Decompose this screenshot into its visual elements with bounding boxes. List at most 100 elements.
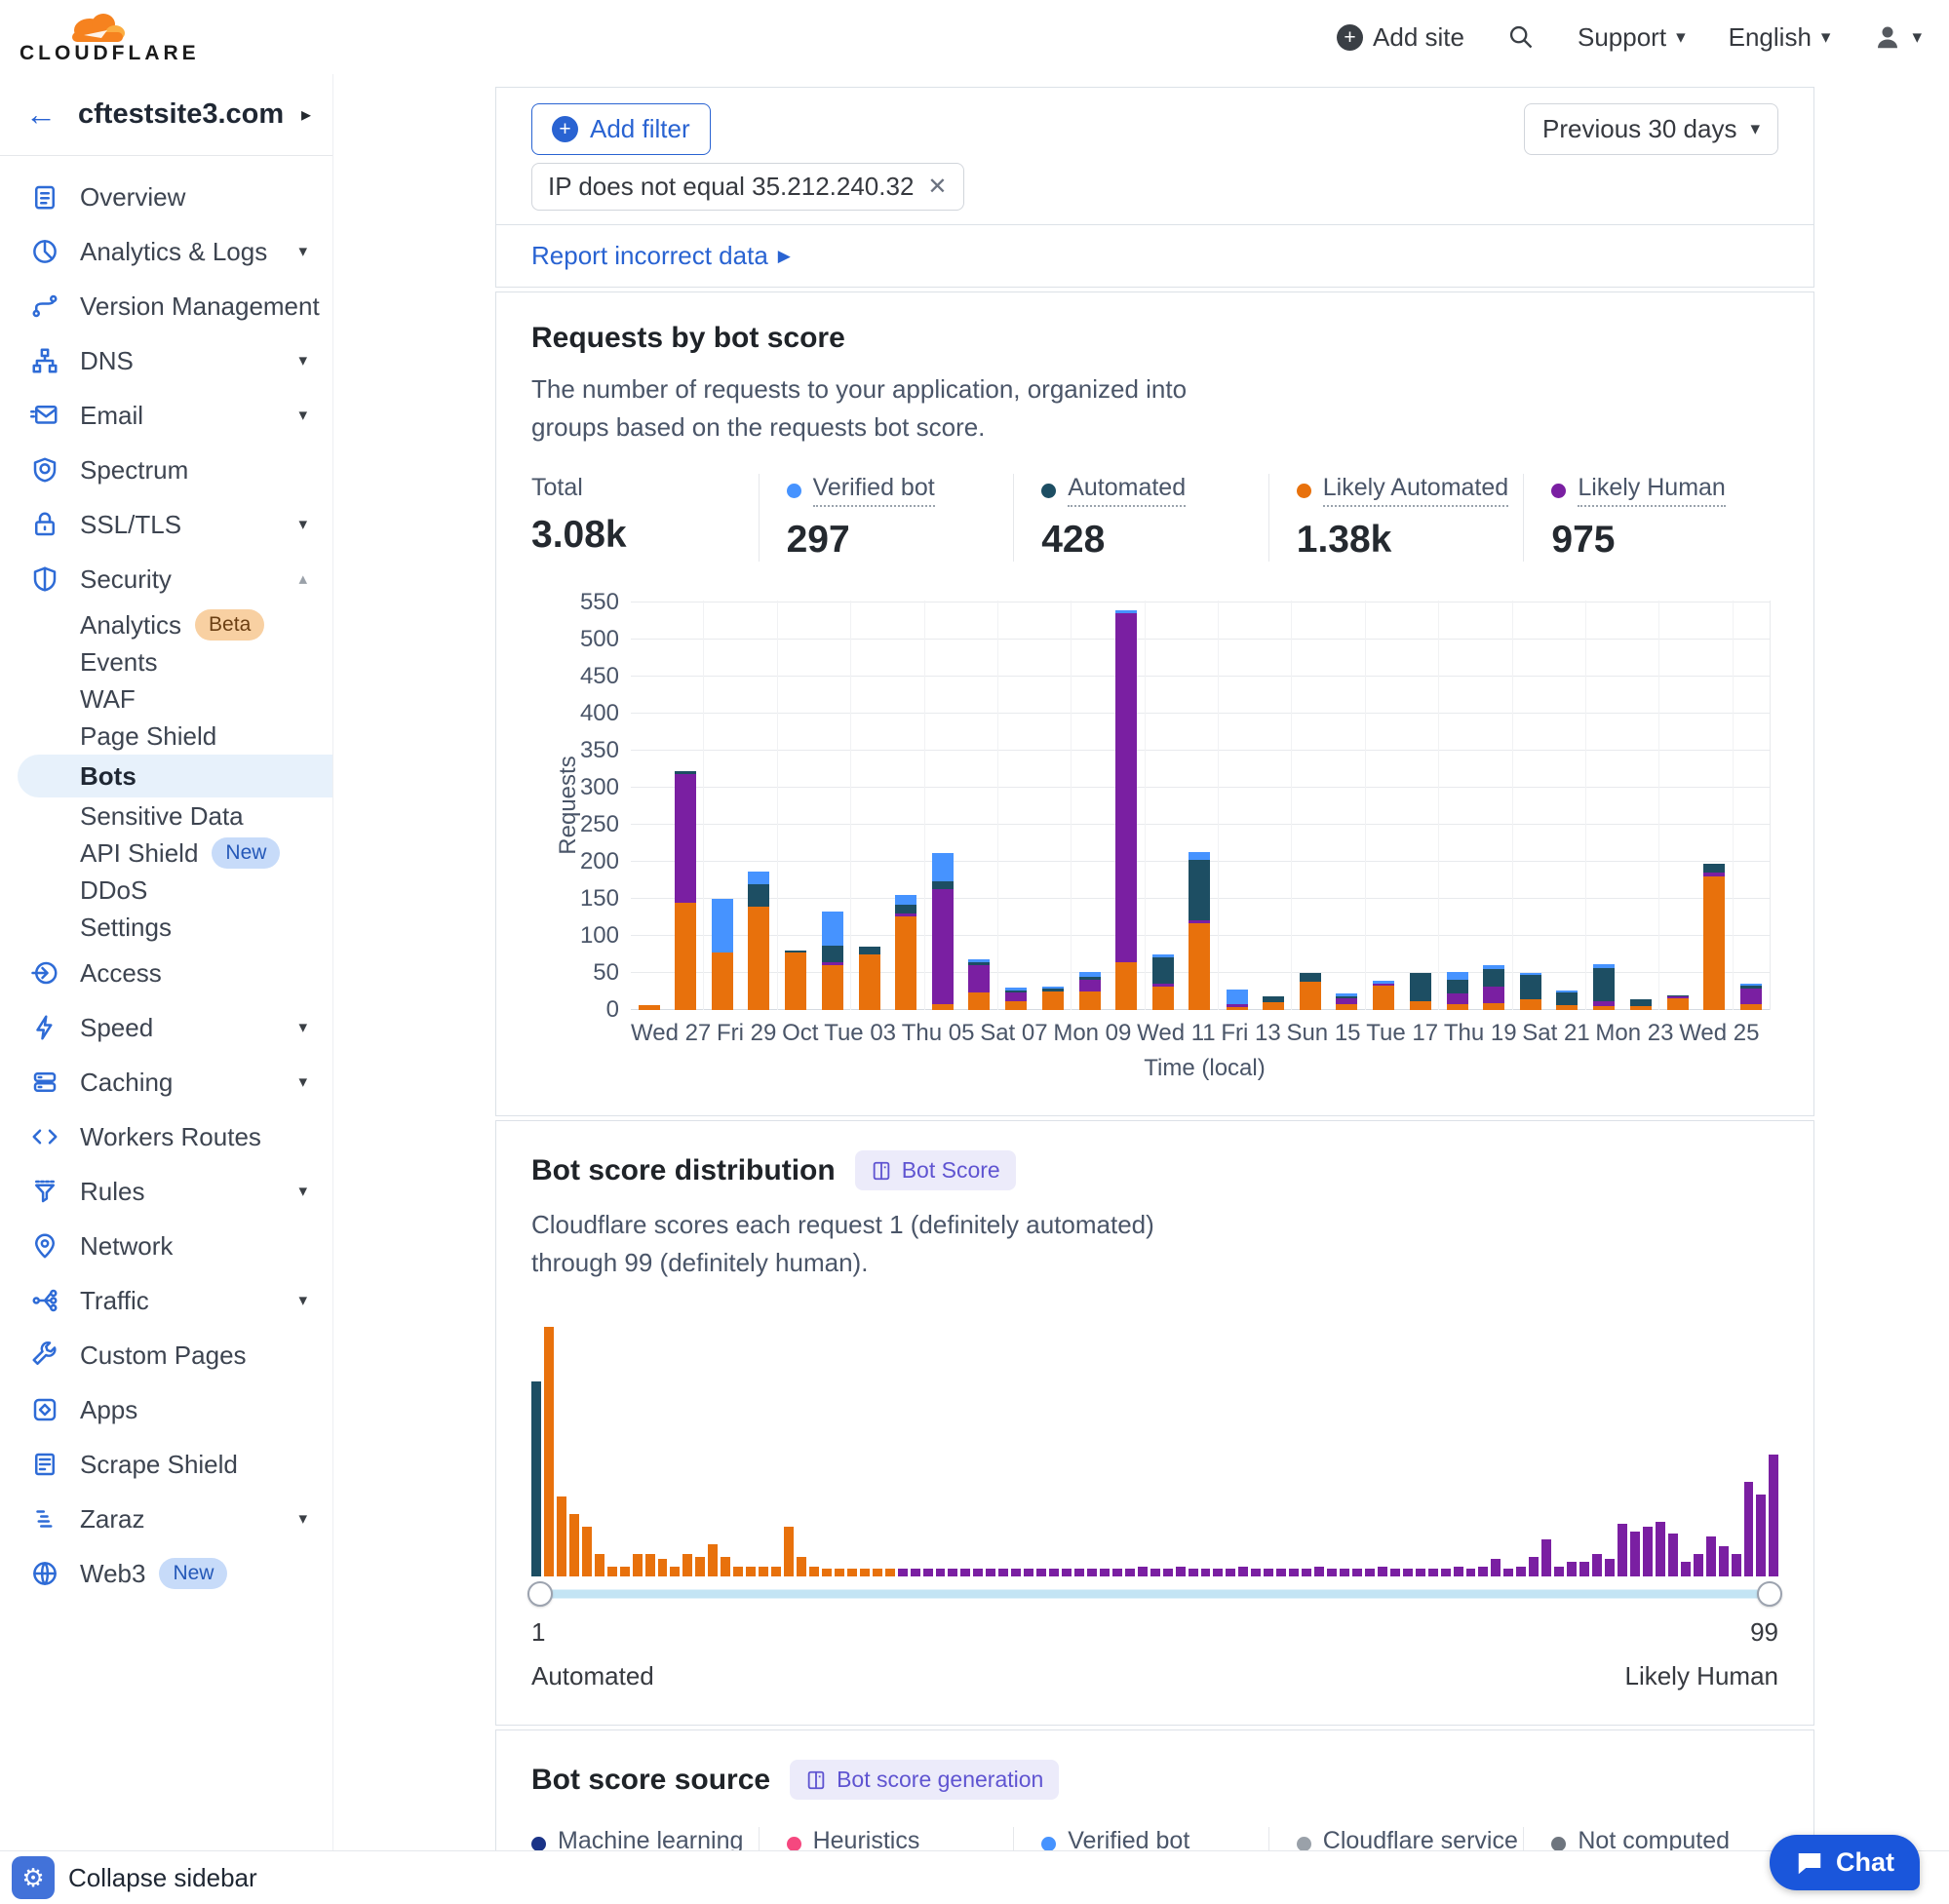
collapse-sidebar-button[interactable]: Collapse sidebar xyxy=(68,1863,257,1893)
x-tick: Wed 27 xyxy=(631,1020,711,1047)
analytics-icon xyxy=(29,236,60,267)
sidebar-subitem-ddos[interactable]: DDoS xyxy=(0,872,332,909)
chat-button[interactable]: Chat xyxy=(1770,1835,1920,1890)
segment-likely-human xyxy=(675,774,696,902)
score-bar-55 xyxy=(1213,1569,1223,1576)
chevron-down-icon: ▾ xyxy=(298,1072,307,1092)
sidebar-item-traffic[interactable]: Traffic▾ xyxy=(0,1273,332,1328)
sidebar-item-spectrum[interactable]: Spectrum xyxy=(0,443,332,497)
user-icon xyxy=(1873,22,1902,52)
sidebar-item-label: Security xyxy=(80,564,298,595)
sidebar-item-scrape-shield[interactable]: Scrape Shield xyxy=(0,1437,332,1492)
site-switcher-chevron-icon[interactable]: ▸ xyxy=(301,102,311,127)
score-bar-46 xyxy=(1100,1569,1110,1576)
bar-tue-17 xyxy=(1365,601,1402,1010)
sidebar-subitem-settings[interactable]: Settings xyxy=(0,909,332,946)
sidebar-item-zaraz[interactable]: Zaraz▾ xyxy=(0,1492,332,1546)
segment-likely-automated xyxy=(968,992,990,1010)
support-menu[interactable]: Support ▾ xyxy=(1578,22,1686,53)
y-tick: 450 xyxy=(533,663,619,690)
sidebar-item-overview[interactable]: Overview xyxy=(0,170,332,224)
filter-chip[interactable]: IP does not equal 35.212.240.32 ✕ xyxy=(531,163,964,211)
sidebar-item-security[interactable]: Security▴ xyxy=(0,552,332,606)
sidebar-item-network[interactable]: Network xyxy=(0,1219,332,1273)
segment-likely-automated xyxy=(1115,962,1137,1010)
sidebar-subitem-label: Sensitive Data xyxy=(80,801,244,832)
segment-verified-bot xyxy=(748,872,769,884)
score-bar-74 xyxy=(1454,1567,1463,1576)
add-site-button[interactable]: + Add site xyxy=(1337,22,1464,53)
sidebar-subitem-security-analytics[interactable]: AnalyticsBeta xyxy=(0,606,332,643)
sidebar-item-version-management[interactable]: Version Management xyxy=(0,279,332,333)
segment-likely-automated xyxy=(895,916,916,1010)
segment-likely-automated xyxy=(1593,1006,1615,1010)
stat-label[interactable]: Likely Automated xyxy=(1323,474,1508,507)
score-bar-53 xyxy=(1189,1569,1198,1576)
segment-automated xyxy=(932,881,954,889)
bar-day-2 xyxy=(667,601,703,1010)
sidebar-subitem-api-shield[interactable]: API ShieldNew xyxy=(0,835,332,872)
segment-likely-human xyxy=(1483,987,1504,1003)
chevron-down-icon: ▾ xyxy=(298,515,307,534)
slider-track[interactable] xyxy=(531,1590,1778,1599)
preferences-gear-button[interactable]: ⚙ xyxy=(12,1856,55,1899)
segment-likely-human xyxy=(1115,613,1137,961)
score-bar-28 xyxy=(873,1569,882,1576)
report-incorrect-data-link[interactable]: Report incorrect data ▶ xyxy=(531,241,791,271)
back-arrow-icon[interactable]: ← xyxy=(25,97,57,133)
segment-automated xyxy=(1300,973,1321,982)
sidebar-item-workers-routes[interactable]: Workers Routes xyxy=(0,1109,332,1164)
language-menu[interactable]: English ▾ xyxy=(1729,22,1831,53)
sidebar-nav: OverviewAnalytics & Logs▾Version Managem… xyxy=(0,156,332,1601)
sidebar-subitem-label: API Shield xyxy=(80,838,198,869)
slider-handle-max[interactable] xyxy=(1757,1581,1782,1607)
sidebar-item-rules[interactable]: Rules▾ xyxy=(0,1164,332,1219)
score-bar-13 xyxy=(682,1554,692,1576)
distribution-card-title: Bot score distribution xyxy=(531,1154,836,1187)
sidebar-subitem-waf[interactable]: WAF xyxy=(0,680,332,718)
sidebar-subitem-page-shield[interactable]: Page Shield xyxy=(0,718,332,755)
traffic-icon xyxy=(29,1285,60,1316)
slider-captions: Automated Likely Human xyxy=(531,1661,1778,1691)
sidebar-item-caching[interactable]: Caching▾ xyxy=(0,1055,332,1109)
sidebar-item-dns[interactable]: DNS▾ xyxy=(0,333,332,388)
slider-handle-min[interactable] xyxy=(527,1581,553,1607)
x-tick: Thu 19 xyxy=(1444,1020,1517,1047)
score-bar-32 xyxy=(923,1569,933,1576)
bot-score-badge[interactable]: Bot Score xyxy=(855,1150,1016,1190)
segment-likely-automated xyxy=(1152,987,1174,1010)
score-bar-40 xyxy=(1024,1569,1033,1576)
sidebar-item-apps[interactable]: Apps xyxy=(0,1382,332,1437)
remove-filter-icon[interactable]: ✕ xyxy=(927,173,947,201)
stat-label[interactable]: Automated xyxy=(1068,474,1186,507)
date-range-dropdown[interactable]: Previous 30 days ▾ xyxy=(1524,103,1778,155)
sidebar-item-web3[interactable]: Web3New xyxy=(0,1546,332,1601)
segment-likely-automated xyxy=(1005,1001,1027,1010)
requests-card-description: The number of requests to your applicati… xyxy=(531,370,1778,447)
legend-dot xyxy=(1041,484,1056,498)
bot-score-generation-badge[interactable]: Bot score generation xyxy=(790,1760,1059,1800)
sidebar-subitem-bots[interactable]: Bots xyxy=(18,755,332,797)
score-bar-44 xyxy=(1074,1569,1084,1576)
stat-label[interactable]: Verified bot xyxy=(813,474,935,507)
sidebar-item-access[interactable]: Access xyxy=(0,946,332,1000)
sidebar-item-analytics-logs[interactable]: Analytics & Logs▾ xyxy=(0,224,332,279)
sidebar-item-ssl-tls[interactable]: SSL/TLS▾ xyxy=(0,497,332,552)
chevron-right-icon: ▶ xyxy=(778,247,791,266)
score-bar-34 xyxy=(948,1569,957,1576)
sidebar-subitem-events[interactable]: Events xyxy=(0,643,332,680)
bars-layer xyxy=(631,601,1770,1010)
account-menu[interactable]: ▾ xyxy=(1873,22,1922,52)
add-filter-button[interactable]: + Add filter xyxy=(531,103,711,155)
score-bar-41 xyxy=(1036,1569,1046,1576)
sidebar-item-label: Custom Pages xyxy=(80,1341,307,1371)
sidebar-item-email[interactable]: Email▾ xyxy=(0,388,332,443)
sidebar-item-custom-pages[interactable]: Custom Pages xyxy=(0,1328,332,1382)
doc-icon xyxy=(29,1449,60,1480)
bot-score-distribution-card: Bot score distribution Bot Score Cloudfl… xyxy=(495,1120,1814,1726)
sidebar-subitem-sensitive-data[interactable]: Sensitive Data xyxy=(0,797,332,835)
stat-label[interactable]: Likely Human xyxy=(1578,474,1725,507)
search-button[interactable] xyxy=(1507,23,1535,51)
sidebar-item-speed[interactable]: Speed▾ xyxy=(0,1000,332,1055)
legend-dot xyxy=(1297,1837,1311,1851)
